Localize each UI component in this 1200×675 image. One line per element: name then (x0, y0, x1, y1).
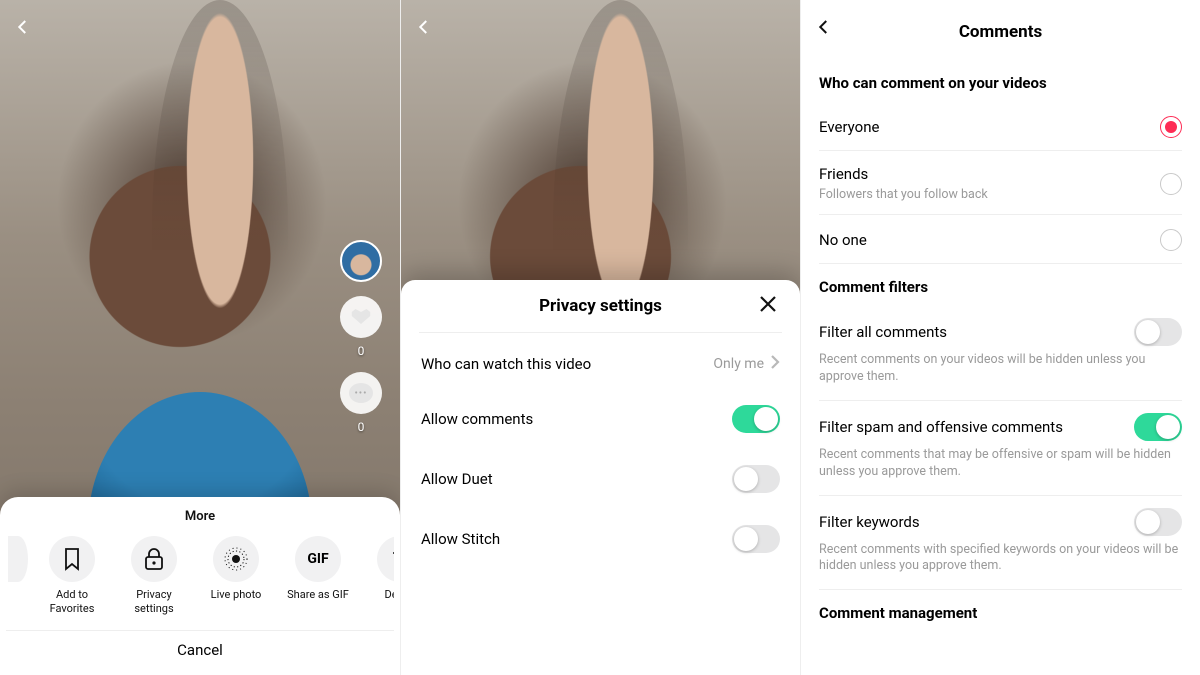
toggle-filter-keywords[interactable] (1134, 508, 1182, 536)
panel-privacy-settings: Privacy settings Who can watch this vide… (400, 0, 800, 675)
close-icon (758, 294, 778, 314)
row-label: Allow comments (421, 410, 533, 428)
action-share-gif[interactable]: GIF Share as GIF (280, 536, 356, 616)
cancel-button[interactable]: Cancel (6, 630, 394, 661)
toggle-allow-comments[interactable] (732, 405, 780, 433)
action-label: Add to Favorites (34, 588, 110, 616)
option-everyone[interactable]: Everyone (819, 102, 1182, 151)
filter-sub: Recent comments with specified keywords … (819, 542, 1182, 576)
privacy-sheet: Privacy settings Who can watch this vide… (401, 280, 800, 675)
likes-count: 0 (358, 344, 365, 358)
filter-label: Filter spam and offensive comments (819, 418, 1063, 436)
action-label: Privacy settings (116, 588, 192, 616)
action-privacy-settings[interactable]: Privacy settings (116, 536, 192, 616)
like-button[interactable] (340, 296, 382, 338)
lock-icon (143, 547, 165, 571)
toggle-allow-duet[interactable] (732, 465, 780, 493)
option-label: No one (819, 231, 867, 249)
privacy-sheet-title: Privacy settings (539, 296, 662, 316)
toggle-allow-stitch[interactable] (732, 525, 780, 553)
filter-label: Filter keywords (819, 513, 920, 531)
more-sheet: More Add to Favorites (0, 497, 400, 675)
back-button[interactable] (415, 18, 433, 36)
chat-icon (349, 383, 373, 403)
option-no-one[interactable]: No one (819, 215, 1182, 264)
action-delete[interactable]: Delete (362, 536, 394, 616)
chevron-right-icon (770, 355, 780, 369)
filter-sub: Recent comments that may be offensive or… (819, 447, 1182, 481)
bookmark-icon (62, 547, 82, 571)
avatar[interactable] (340, 240, 382, 282)
row-label: Allow Stitch (421, 530, 500, 548)
filter-sub: Recent comments on your videos will be h… (819, 352, 1182, 386)
more-actions-row: Add to Favorites Privacy settings (6, 536, 394, 616)
panel-comments-settings: Comments Who can comment on your videos … (800, 0, 1200, 675)
panel-video-more: 0 0 More Add to Favorites (0, 0, 400, 675)
option-label: Everyone (819, 118, 879, 136)
close-button[interactable] (758, 294, 778, 319)
option-sub: Followers that you follow back (819, 187, 988, 202)
trash-icon (390, 547, 394, 571)
row-value: Only me (713, 356, 764, 372)
comments-count: 0 (358, 420, 365, 434)
row-allow-comments: Allow comments (419, 389, 782, 449)
row-label: Allow Duet (421, 470, 493, 488)
video-right-rail: 0 0 (340, 240, 382, 434)
more-sheet-title: More (6, 509, 394, 524)
back-button[interactable] (14, 18, 32, 36)
filter-keywords: Filter keywords Recent comments with spe… (819, 496, 1182, 591)
row-label: Who can watch this video (421, 355, 591, 373)
section-comment-management: Comment management (819, 604, 1182, 622)
toggle-filter-all[interactable] (1134, 318, 1182, 346)
heart-icon (350, 307, 372, 327)
filter-label: Filter all comments (819, 323, 947, 341)
gif-icon: GIF (307, 551, 328, 567)
livephoto-icon (223, 546, 249, 572)
filter-spam-offensive: Filter spam and offensive comments Recen… (819, 401, 1182, 496)
option-label: Friends (819, 165, 988, 183)
action-live-photo[interactable]: Live photo (198, 536, 274, 616)
back-button[interactable] (815, 18, 833, 36)
section-comment-filters: Comment filters (819, 278, 1182, 296)
page-title: Comments (801, 0, 1200, 60)
action-add-favorites[interactable]: Add to Favorites (34, 536, 110, 616)
row-allow-duet: Allow Duet (419, 449, 782, 509)
radio-no-one[interactable] (1160, 229, 1182, 251)
action-label: Share as GIF (287, 588, 349, 616)
action-clipped[interactable] (8, 536, 28, 616)
action-label: Live photo (211, 588, 262, 616)
toggle-filter-spam[interactable] (1134, 413, 1182, 441)
comments-button[interactable] (340, 372, 382, 414)
filter-all-comments: Filter all comments Recent comments on y… (819, 306, 1182, 401)
chevron-left-icon (415, 18, 433, 36)
chevron-left-icon (14, 18, 32, 36)
action-label: Delete (385, 588, 395, 616)
radio-friends[interactable] (1160, 173, 1182, 195)
chevron-left-icon (815, 18, 833, 36)
radio-everyone[interactable] (1160, 116, 1182, 138)
section-who-can-comment: Who can comment on your videos (819, 74, 1182, 92)
option-friends[interactable]: Friends Followers that you follow back (819, 151, 1182, 215)
row-allow-stitch: Allow Stitch (419, 509, 782, 569)
row-who-can-watch[interactable]: Who can watch this video Only me (419, 339, 782, 389)
